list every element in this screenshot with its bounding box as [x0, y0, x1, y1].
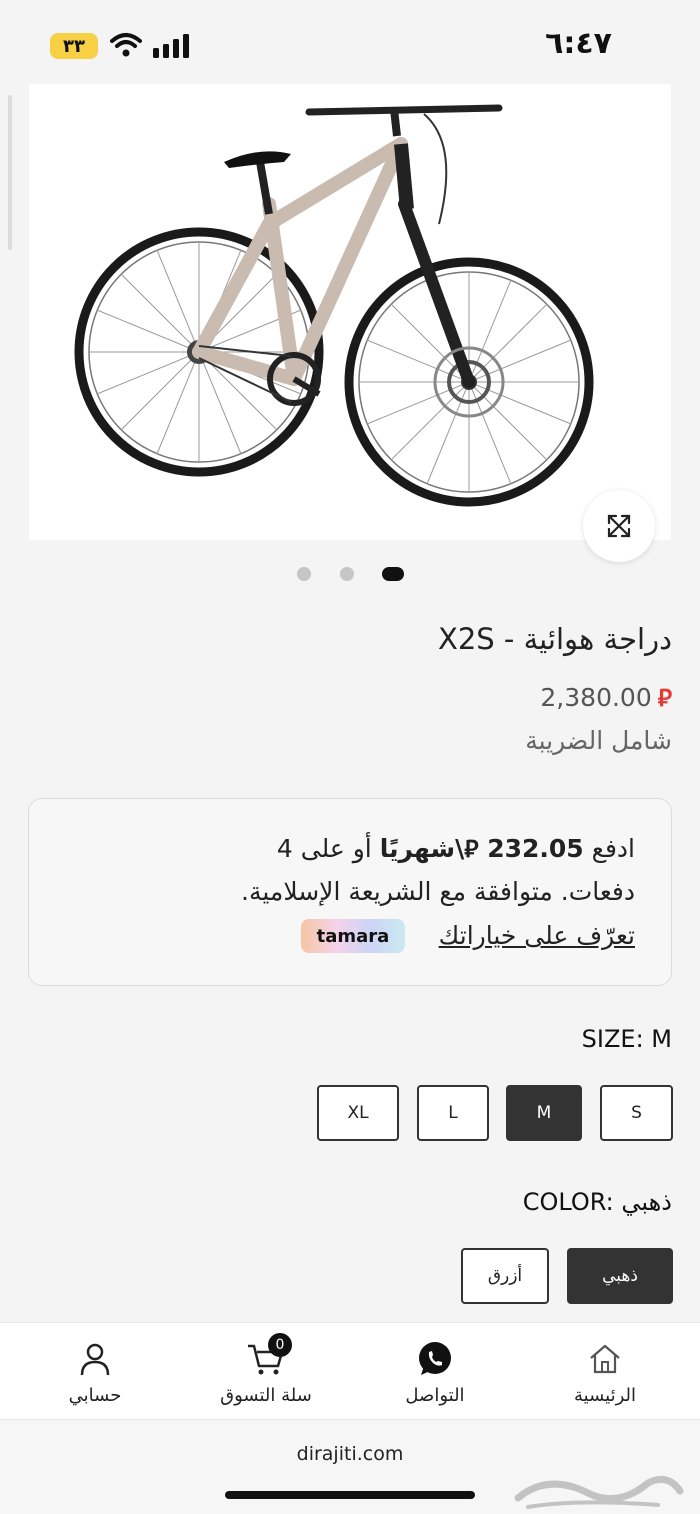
expand-image-button[interactable] [583, 490, 655, 562]
tamara-installment-card: ادفع 232.05 ⃁\شهريًا أو على 4 دفعات. متو… [28, 798, 672, 986]
tamara-logo: tamara [301, 919, 405, 953]
riyal-currency-icon: ⃁ [657, 684, 672, 712]
tamara-installment-text: ادفع 232.05 ⃁\شهريًا أو على 4 [276, 834, 635, 863]
nav-account[interactable]: حسابي [50, 1323, 140, 1421]
nav-contact[interactable]: التواصل [390, 1323, 480, 1421]
size-option-s[interactable]: S [600, 1085, 673, 1141]
tamara-sharia-text: دفعات. متوافقة مع الشريعة الإسلامية. [241, 877, 635, 906]
status-bar: ٣٣ ٦:٤٧ [0, 0, 700, 80]
price-value: 2,380.00 [540, 683, 652, 712]
nav-account-label: حسابي [68, 1385, 122, 1406]
haraj-watermark-logo [514, 1475, 684, 1509]
product-price: 2,380.00 ⃁ [540, 682, 672, 713]
home-icon [588, 1339, 622, 1379]
tax-note: شامل الضريبة [525, 726, 672, 755]
carousel-dots [0, 562, 700, 584]
bicycle-illustration [74, 104, 594, 507]
cart-icon: 0 [246, 1333, 292, 1379]
color-option-blue[interactable]: أزرق [461, 1248, 549, 1304]
nav-cart[interactable]: 0 سلة التسوق [204, 1323, 328, 1421]
carousel-dot[interactable] [340, 567, 354, 581]
battery-indicator: ٣٣ [50, 33, 98, 59]
whatsapp-icon [415, 1339, 455, 1379]
nav-contact-label: التواصل [405, 1385, 465, 1406]
clock: ٦:٤٧ [545, 26, 612, 61]
carousel-dot-active[interactable] [382, 567, 404, 581]
size-option-m[interactable]: M [506, 1085, 582, 1141]
size-option-l[interactable]: L [417, 1085, 489, 1141]
bottom-navigation: حسابي 0 سلة التسوق التواصل الرئيسية [0, 1322, 700, 1420]
tamara-learn-more-link[interactable]: تعرّف على خياراتك [439, 921, 635, 950]
nav-home[interactable]: الرئيسية [560, 1323, 650, 1421]
size-label: SIZE: M [581, 1025, 672, 1053]
size-option-xl[interactable]: XL [317, 1085, 399, 1141]
carousel-dot[interactable] [297, 567, 311, 581]
nav-home-label: الرئيسية [574, 1385, 636, 1406]
url-text[interactable]: dirajiti.com [0, 1443, 700, 1465]
wifi-icon [110, 33, 142, 57]
color-option-gold[interactable]: ذهبي [567, 1248, 673, 1304]
product-title: دراجة هوائية - X2S [437, 622, 672, 656]
color-label: COLOR: ذهبي [522, 1188, 672, 1216]
nav-cart-label: سلة التسوق [220, 1385, 312, 1406]
riyal-currency-icon: ⃁ [464, 835, 479, 863]
browser-address-bar[interactable]: dirajiti.com [0, 1421, 700, 1514]
signal-icon [153, 34, 189, 58]
scroll-indicator[interactable] [8, 95, 12, 250]
cart-count-badge: 0 [268, 1333, 292, 1357]
product-image[interactable] [29, 84, 671, 540]
expand-icon [607, 514, 631, 538]
home-indicator[interactable] [225, 1491, 475, 1499]
installment-amount: 232.05 ⃁\شهريًا [379, 834, 584, 863]
user-icon [79, 1339, 111, 1379]
